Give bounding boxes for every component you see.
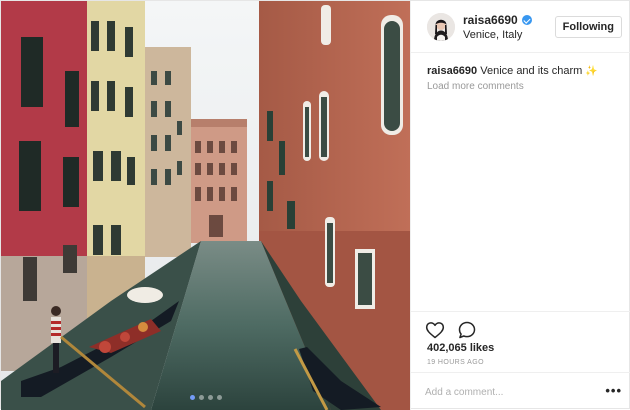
carousel-indicator xyxy=(1,395,410,400)
carousel-dot[interactable] xyxy=(207,395,213,400)
add-comment-section: ••• xyxy=(411,372,630,410)
heart-icon[interactable] xyxy=(425,320,445,340)
carousel-dot[interactable] xyxy=(198,395,204,400)
post-container: raisa6690 Venice, Italy Following raisa6… xyxy=(0,0,630,410)
following-button[interactable]: Following xyxy=(554,16,622,38)
action-icons xyxy=(425,320,477,340)
post-photo[interactable] xyxy=(1,1,410,410)
likes-count[interactable]: 402,065 likes xyxy=(427,342,494,354)
header-username[interactable]: raisa6690 xyxy=(463,13,518,27)
load-more-comments-link[interactable]: Load more comments xyxy=(427,81,524,92)
post-actions: 402,065 likes 19 HOURS AGO xyxy=(411,311,630,371)
verified-badge-icon xyxy=(521,15,532,25)
venice-canal-image xyxy=(1,1,410,410)
caption-username[interactable]: raisa6690 xyxy=(427,65,477,77)
avatar[interactable] xyxy=(427,13,455,41)
post-details-panel: raisa6690 Venice, Italy Following raisa6… xyxy=(410,1,630,410)
location-link[interactable]: Venice, Italy xyxy=(463,29,522,41)
avatar-image xyxy=(427,13,455,41)
caption: raisa6690 Venice and its charm ✨ xyxy=(427,64,622,79)
caption-text: Venice and its charm xyxy=(480,65,583,77)
carousel-dot[interactable] xyxy=(216,395,222,400)
post-timestamp[interactable]: 19 HOURS AGO xyxy=(427,359,484,366)
add-comment-input[interactable] xyxy=(425,383,595,401)
post-header: raisa6690 Venice, Italy Following xyxy=(411,1,630,53)
comment-icon[interactable] xyxy=(457,320,477,340)
header-username-row: raisa6690 xyxy=(463,13,532,27)
more-options-icon[interactable]: ••• xyxy=(605,384,622,398)
carousel-dot-active[interactable] xyxy=(189,395,195,400)
sparkles-emoji: ✨ xyxy=(585,66,598,77)
